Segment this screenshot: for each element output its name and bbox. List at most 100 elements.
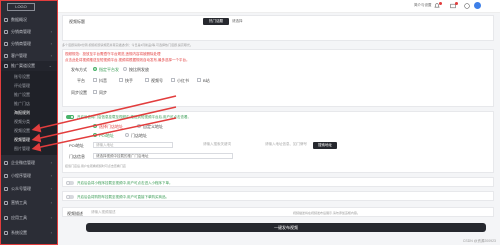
chevron-right-icon: ›	[50, 160, 52, 165]
customer-icon	[4, 54, 8, 58]
platform-opt-4: 小红书	[177, 78, 189, 83]
sub-item-promo-stores[interactable]: 推广门店	[1, 100, 57, 108]
sub-item-account[interactable]: 账号设置	[1, 73, 57, 81]
chevron-right-icon: ›	[50, 41, 52, 46]
poi-keyword-input[interactable]: 请输入搜索关键词	[201, 142, 261, 148]
publish-type-label: 发布方式	[71, 67, 87, 72]
miniapp-card: 开启后会将小程序挂载至视频中,用户可点击进入小程序下单。	[62, 177, 494, 187]
sidebar-item-dashboard[interactable]: 数据概况	[1, 15, 57, 25]
desc-hint: 视频描述将在视频发布后展示,请勿添加违规内容。	[293, 210, 360, 215]
chevron-right-icon: ›	[50, 29, 52, 34]
avatar[interactable]	[474, 2, 481, 9]
publish-settings-card: 视频规范：投放至平台需遵守平台规范,违规内容将被删除处理 点击此处将视频推送至短…	[62, 49, 494, 107]
mode-opt-2: 门店地址	[131, 133, 147, 138]
settings-icon	[4, 231, 8, 235]
list-icon	[4, 42, 8, 46]
platform-check-3[interactable]	[145, 78, 149, 82]
platform-check-4[interactable]	[171, 78, 175, 82]
cart-card: 开启后会将购物车挂载至视频中,用户可直接下单购买商品。	[62, 191, 494, 201]
channel-icon	[4, 64, 8, 68]
app-logo: LOGO	[7, 3, 35, 11]
mount-store-desc: 开启后会将门店信息挂载至视频中,推送到短视频平台后,用户可点击查看。	[77, 115, 191, 119]
chevron-right-icon: ›	[50, 186, 52, 191]
poi-input[interactable]: 请输入地址	[93, 142, 173, 148]
user-menu-label[interactable]: 简介与设置	[414, 3, 432, 8]
sub-item-poster-rules[interactable]: 海报规则	[1, 109, 57, 117]
sync-check[interactable]	[93, 90, 97, 94]
publish-type-radio-2[interactable]	[123, 67, 127, 71]
sidebar-item-customers[interactable]: 客户管理 ›	[1, 51, 57, 61]
mount-miniapp-toggle[interactable]	[66, 180, 74, 185]
sub-item-video-settings[interactable]: 视频设置	[1, 127, 57, 135]
desc-input[interactable]: 请输入视频描述	[89, 209, 199, 216]
store-hint: 挂载门店后,用户在观看视频时可点击查看门店	[65, 164, 126, 168]
main-content: 视频标题 热门话题 请选择 多个话题请用#分隔,视频标题请规范并真实描述(例：今…	[58, 13, 500, 245]
store-select[interactable]: 请选择视频中挂载的推广门店地址	[93, 153, 233, 159]
store-opt-2: 自定义地址	[143, 124, 163, 129]
sync-label: 同步设置	[71, 90, 87, 95]
sync-opt: 同步	[99, 90, 107, 95]
video-title-label: 视频标题	[69, 19, 85, 24]
sidebar-item-distributors-2[interactable]: 分销商管理 ›	[1, 39, 57, 49]
hot-topic-button[interactable]: 热门话题	[203, 18, 229, 25]
store-radio-1[interactable]	[93, 124, 97, 128]
message-icon[interactable]	[450, 2, 458, 9]
chevron-right-icon: ›	[50, 200, 52, 205]
platform-check-1[interactable]	[93, 78, 97, 82]
platform-check-5[interactable]	[197, 78, 201, 82]
wechat-icon	[4, 161, 8, 165]
miniapp-icon	[4, 174, 8, 178]
mount-miniapp-desc: 开启后会将小程序挂载至视频中,用户可点击进入小程序下单。	[77, 180, 173, 185]
mount-cart-toggle[interactable]	[66, 194, 74, 199]
sub-item-comments[interactable]: 评论管理	[1, 82, 57, 90]
mode-radio-2[interactable]	[125, 133, 129, 137]
description-card: 视频描述 请输入视频描述 视频描述将在视频发布后展示,请勿添加违规内容。	[62, 207, 494, 217]
platform-label: 平台	[77, 78, 85, 83]
sidebar-item-marketing[interactable]: 营销工具 ›	[1, 198, 57, 208]
dashboard-icon	[4, 18, 8, 22]
desc-label: 视频描述	[67, 210, 83, 216]
chevron-right-icon: ›	[50, 53, 52, 58]
publish-video-button[interactable]: 一键发布视频	[86, 223, 486, 232]
search-address-button[interactable]: 搜索地址	[313, 142, 337, 149]
publish-type-opt-1: 指定平台发	[99, 67, 119, 72]
help-icon[interactable]	[464, 3, 470, 9]
store-info-label: 门店信息	[69, 154, 85, 159]
sidebar-item-channel[interactable]: 推广渠道设置 ⌄	[1, 61, 57, 71]
sidebar-item-wecom[interactable]: 企业微信管理 ›	[1, 158, 57, 168]
sidebar-item-miniapp[interactable]: 小程序管理 ›	[1, 171, 57, 181]
users-icon	[4, 30, 8, 34]
chevron-right-icon: ›	[50, 215, 52, 220]
rule-text: 视频规范：投放至平台需遵守平台规范,违规内容将被删除处理	[65, 52, 161, 56]
platform-check-2[interactable]	[119, 78, 123, 82]
sidebar: LOGO 数据概况 分销商管理 › 分销商管理 › 客户管理 › 推广渠道设置 …	[0, 0, 58, 245]
video-title-card: 视频标题 热门话题 请选择	[62, 15, 494, 41]
chevron-right-icon: ›	[50, 173, 52, 178]
sidebar-item-settings[interactable]: 系统设置 ›	[1, 228, 57, 238]
bell-icon[interactable]	[434, 2, 442, 9]
platform-opt-3: 视频号	[151, 78, 163, 83]
sub-item-video-categories[interactable]: 视频分类	[1, 118, 57, 126]
sidebar-item-apps[interactable]: 应用工具 ›	[1, 213, 57, 223]
sub-item-image-management[interactable]: 图片管理	[1, 145, 57, 153]
title-hint: 多个话题请用#分隔,视频标题请规范并真实描述(例：今日是3月新品)等,可选择热门…	[62, 43, 193, 47]
sidebar-item-distributors[interactable]: 分销商管理 ›	[1, 27, 57, 37]
mode-opt-1: POI地址	[99, 133, 114, 138]
store-opt-1: 选择门店地址	[99, 124, 123, 129]
message-badge	[455, 2, 458, 5]
sub-item-promo-settings[interactable]: 推广设置	[1, 91, 57, 99]
chevron-down-icon: ⌄	[48, 63, 52, 68]
notification-badge	[439, 2, 442, 5]
watermark-text: CSDN @资源200923	[462, 239, 496, 243]
sidebar-item-mp[interactable]: 公众号管理 ›	[1, 184, 57, 194]
hot-topic-select[interactable]: 请选择	[230, 18, 490, 25]
publish-type-radio-1[interactable]	[93, 67, 97, 71]
platform-opt-1: 抖音	[99, 78, 107, 83]
platform-opt-2: 快手	[125, 78, 133, 83]
mount-store-toggle[interactable]	[66, 115, 74, 119]
rule-text-2: 点击此处将视频推送至短视频平台,视频将根据规则自动发布,最多选择一个平台。	[65, 58, 190, 62]
sub-item-video-management[interactable]: 视频管理	[1, 136, 57, 144]
store-radio-2[interactable]	[137, 124, 141, 128]
mode-radio-1[interactable]	[93, 133, 97, 137]
mount-cart-desc: 开启后会将购物车挂载至视频中,用户可直接下单购买商品。	[77, 194, 169, 199]
